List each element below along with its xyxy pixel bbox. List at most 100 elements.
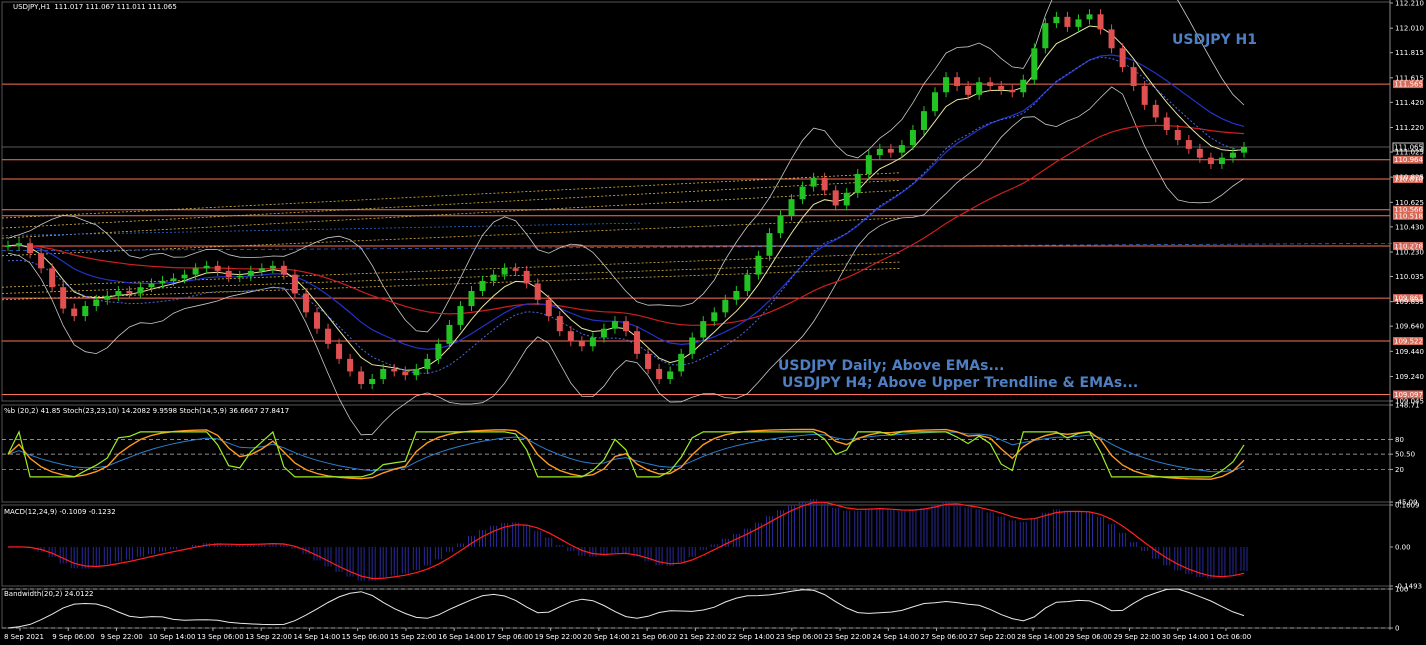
candle-body <box>269 265 276 269</box>
price-tick-label: 109.835 <box>1395 298 1424 306</box>
candle-body <box>468 290 475 307</box>
candle-body <box>38 253 45 269</box>
candle-body <box>137 287 144 294</box>
candle-body <box>865 155 872 175</box>
price-tick-label: 110.035 <box>1395 273 1424 281</box>
candle-body <box>954 77 961 86</box>
candle-body <box>115 290 122 296</box>
time-tick-label: 21 Sep 22:00 <box>679 633 726 641</box>
time-tick-label: 21 Sep 06:00 <box>631 633 678 641</box>
candle-body <box>898 145 905 153</box>
indicator-tick-label: 148.71 <box>1395 402 1420 410</box>
candle-body <box>656 368 663 379</box>
candle-body <box>424 358 431 369</box>
candle-body <box>567 331 574 342</box>
candle-body <box>203 265 210 269</box>
candle-body <box>236 275 243 278</box>
price-tick-label: 111.420 <box>1395 99 1424 107</box>
candle-body <box>1020 79 1027 93</box>
candle-body <box>1075 19 1082 27</box>
candle-body <box>689 337 696 354</box>
candle-body <box>512 268 519 271</box>
price-tick-label: 110.625 <box>1395 199 1424 207</box>
chart-title-annotation: USDJPY H1 <box>1172 32 1257 48</box>
candle-body <box>5 245 11 247</box>
chart-background <box>0 0 1426 645</box>
candle-body <box>1152 104 1159 118</box>
candle-body <box>733 290 740 300</box>
candle-body <box>413 368 420 376</box>
candle-body <box>821 177 828 191</box>
candle-body <box>1086 14 1093 20</box>
time-tick-label: 1 Oct 06:00 <box>1210 633 1251 641</box>
candle-body <box>1174 130 1181 141</box>
candle-body <box>1241 146 1247 153</box>
candle-body <box>49 268 56 288</box>
level-price-label: 109.522 <box>1394 338 1423 346</box>
indicator-tick-label: 80 <box>1395 436 1404 444</box>
candle-body <box>744 274 751 291</box>
candle-body <box>148 283 155 288</box>
candle-body <box>611 321 618 329</box>
candle-body <box>854 174 861 193</box>
candle-body <box>887 148 894 153</box>
candle-body <box>600 328 607 338</box>
price-tick-label: 109.440 <box>1395 348 1424 356</box>
time-tick-label: 20 Sep 14:00 <box>583 633 630 641</box>
time-tick-label: 22 Sep 14:00 <box>728 633 775 641</box>
candle-body <box>1141 86 1148 105</box>
candle-body <box>501 268 508 275</box>
candle-body <box>1064 16 1071 27</box>
candle-body <box>788 199 795 216</box>
candle-body <box>832 190 839 206</box>
candle-body <box>225 270 232 278</box>
candle-body <box>490 274 497 281</box>
bandwidth-header: Bandwidth(20,2) 24.0122 <box>4 590 94 598</box>
candle-body <box>777 215 784 234</box>
time-tick-label: 27 Sep 22:00 <box>969 633 1016 641</box>
candle-body <box>1229 152 1236 158</box>
stoch-header: %b (20,2) 41.85 Stoch(23,23,10) 14.2082 … <box>4 407 289 415</box>
candle-body <box>280 265 287 275</box>
candle-body <box>843 192 850 206</box>
candle-body <box>27 243 34 254</box>
candle-body <box>1042 23 1049 49</box>
candle-body <box>1097 14 1104 30</box>
time-tick-label: 9 Sep 06:00 <box>52 633 94 641</box>
candle-body <box>1218 157 1225 164</box>
candle-body <box>457 306 464 325</box>
candle-body <box>446 324 453 344</box>
time-tick-label: 13 Sep 06:00 <box>197 633 244 641</box>
candle-body <box>71 308 78 317</box>
indicator-tick-label: 100 <box>1395 586 1408 594</box>
candle-body <box>479 280 486 291</box>
candle-body <box>16 243 23 246</box>
time-tick-label: 28 Sep 14:00 <box>1017 633 1064 641</box>
indicator-tick-label: 20 <box>1395 466 1404 474</box>
price-tick-label: 110.230 <box>1395 248 1424 256</box>
time-tick-label: 29 Sep 22:00 <box>1114 633 1161 641</box>
candle-body <box>645 353 652 369</box>
candle-body <box>799 186 806 200</box>
candle-body <box>876 148 883 156</box>
candle-body <box>810 177 817 187</box>
time-tick-label: 14 Sep 14:00 <box>293 633 340 641</box>
candle-body <box>711 312 718 322</box>
candle-body <box>1053 16 1060 24</box>
price-tick-label: 111.615 <box>1395 74 1424 82</box>
candle-body <box>722 299 729 313</box>
daily-annotation: USDJPY Daily; Above EMAs... <box>778 358 1004 374</box>
candle-body <box>435 343 442 359</box>
h4-annotation: USDJPY H4; Above Upper Trendline & EMAs.… <box>782 375 1138 391</box>
macd-header: MACD(12,24,9) -0.1009 -0.1232 <box>4 508 116 516</box>
candle-body <box>920 111 927 131</box>
candle-body <box>1130 67 1137 86</box>
time-tick-label: 15 Sep 06:00 <box>342 633 389 641</box>
candle-body <box>623 321 629 332</box>
time-tick-label: 15 Sep 22:00 <box>390 633 437 641</box>
symbol-header: USDJPY,H1 111.017 111.067 111.011 111.065 <box>13 3 177 11</box>
candle-body <box>247 270 254 276</box>
candle-body <box>932 92 938 112</box>
indicator-tick-label: 0 <box>1395 625 1399 633</box>
level-price-label: 110.964 <box>1394 156 1423 164</box>
